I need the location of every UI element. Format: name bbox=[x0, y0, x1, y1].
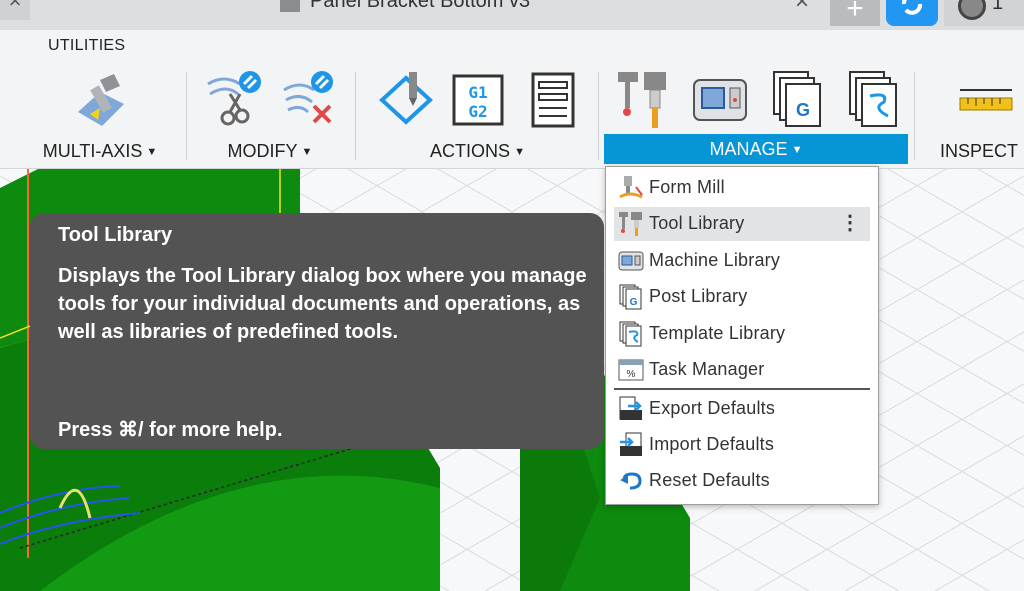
menu-item-task-manager[interactable]: % Task Manager bbox=[614, 353, 870, 387]
group-multi-axis: MULTI-AXIS ▼ bbox=[15, 70, 185, 166]
machine-library-icon bbox=[618, 251, 644, 271]
group-label-manage[interactable]: MANAGE ▼ bbox=[604, 134, 908, 164]
multi-axis-icon[interactable] bbox=[70, 70, 130, 130]
menu-item-import-defaults[interactable]: Import Defaults bbox=[614, 428, 870, 462]
toolbar-divider bbox=[355, 72, 356, 160]
percent-glyph: % bbox=[627, 369, 636, 380]
post-library-icon[interactable]: G bbox=[768, 70, 828, 130]
group-inspect: INSPECT▼ bbox=[918, 70, 1024, 166]
setup-sheet-icon[interactable] bbox=[523, 70, 583, 130]
menu-item-post-library[interactable]: G Post Library bbox=[614, 280, 870, 314]
tooltip: Tool Library Displays the Tool Library d… bbox=[30, 213, 604, 449]
post-glyph: G bbox=[630, 297, 638, 308]
group-manage: G MANAGE ▼ bbox=[604, 70, 908, 166]
machine-library-icon[interactable] bbox=[690, 70, 750, 130]
menu-item-machine-library[interactable]: Machine Library bbox=[614, 244, 870, 278]
simulate-icon[interactable] bbox=[376, 70, 436, 130]
new-tab-button[interactable]: + bbox=[830, 0, 880, 26]
menu-item-tool-library[interactable]: Tool Library ⋮ bbox=[614, 207, 870, 241]
menu-item-template-library[interactable]: Template Library bbox=[614, 317, 870, 351]
group-modify: MODIFY ▼ bbox=[190, 70, 350, 166]
group-label-modify[interactable]: MODIFY ▼ bbox=[190, 141, 350, 162]
group-label-actions[interactable]: ACTIONS ▼ bbox=[360, 141, 595, 162]
post-process-icon[interactable]: G1 G2 bbox=[448, 70, 508, 130]
template-library-icon bbox=[619, 321, 642, 347]
close-document-icon[interactable]: × bbox=[795, 0, 809, 16]
document-cube-icon bbox=[280, 0, 300, 12]
tooltip-help: Press ⌘/ for more help. bbox=[58, 419, 283, 441]
sync-icon bbox=[902, 0, 922, 15]
unlink-icon[interactable] bbox=[278, 70, 338, 130]
export-defaults-icon bbox=[619, 396, 642, 420]
task-manager-icon: % bbox=[618, 359, 644, 381]
tool-library-icon bbox=[619, 212, 642, 236]
sync-button[interactable] bbox=[886, 0, 938, 26]
template-library-icon[interactable] bbox=[844, 70, 904, 130]
post-library-icon: G bbox=[619, 284, 642, 310]
tooltip-body: Displays the Tool Library dialog box whe… bbox=[58, 265, 587, 343]
reset-defaults-icon bbox=[620, 472, 642, 490]
scissors-link-icon[interactable] bbox=[204, 70, 264, 130]
title-bar: × Panel Bracket Bottom v3 × + 1 bbox=[0, 0, 1024, 30]
tab-utilities[interactable]: UTILITIES bbox=[48, 37, 125, 55]
job-status-button[interactable]: 1 bbox=[944, 0, 1024, 26]
group-label-multi-axis[interactable]: MULTI-AXIS ▼ bbox=[15, 141, 185, 162]
measure-icon[interactable] bbox=[956, 70, 1016, 130]
toolbar-divider bbox=[914, 72, 915, 160]
gcode-line-2: G2 bbox=[468, 102, 487, 121]
more-options-icon[interactable]: ⋮ bbox=[840, 210, 860, 235]
menu-item-form-mill[interactable]: Form Mill bbox=[614, 171, 870, 205]
menu-item-export-defaults[interactable]: Export Defaults bbox=[614, 392, 870, 426]
document-title: Panel Bracket Bottom v3 bbox=[310, 0, 531, 12]
toolbar-divider bbox=[186, 72, 187, 160]
group-actions: G1 G2 ACTIONS ▼ bbox=[360, 70, 595, 166]
toolbar-divider bbox=[598, 72, 599, 160]
manage-dropdown-menu: Form Mill Tool Library ⋮ Machine Library… bbox=[605, 166, 879, 505]
menu-item-reset-defaults[interactable]: Reset Defaults bbox=[614, 464, 870, 498]
document-tab[interactable]: Panel Bracket Bottom v3 bbox=[280, 0, 530, 13]
gcode-line-1: G1 bbox=[468, 83, 487, 102]
close-tab-icon[interactable]: × bbox=[0, 0, 30, 20]
tool-library-icon[interactable] bbox=[612, 70, 672, 130]
job-count: 1 bbox=[992, 0, 1004, 14]
group-label-inspect[interactable]: INSPECT▼ bbox=[940, 141, 1024, 162]
tooltip-title: Tool Library bbox=[58, 224, 173, 246]
job-status-icon bbox=[958, 0, 986, 20]
import-defaults-icon bbox=[620, 432, 642, 456]
menu-divider bbox=[614, 388, 870, 390]
toolbar: UTILITIES MULTI-AXIS ▼ MODIFY ▼ G1 G2 AC… bbox=[0, 30, 1024, 169]
form-mill-icon bbox=[619, 176, 643, 199]
post-letter: G bbox=[796, 100, 810, 120]
